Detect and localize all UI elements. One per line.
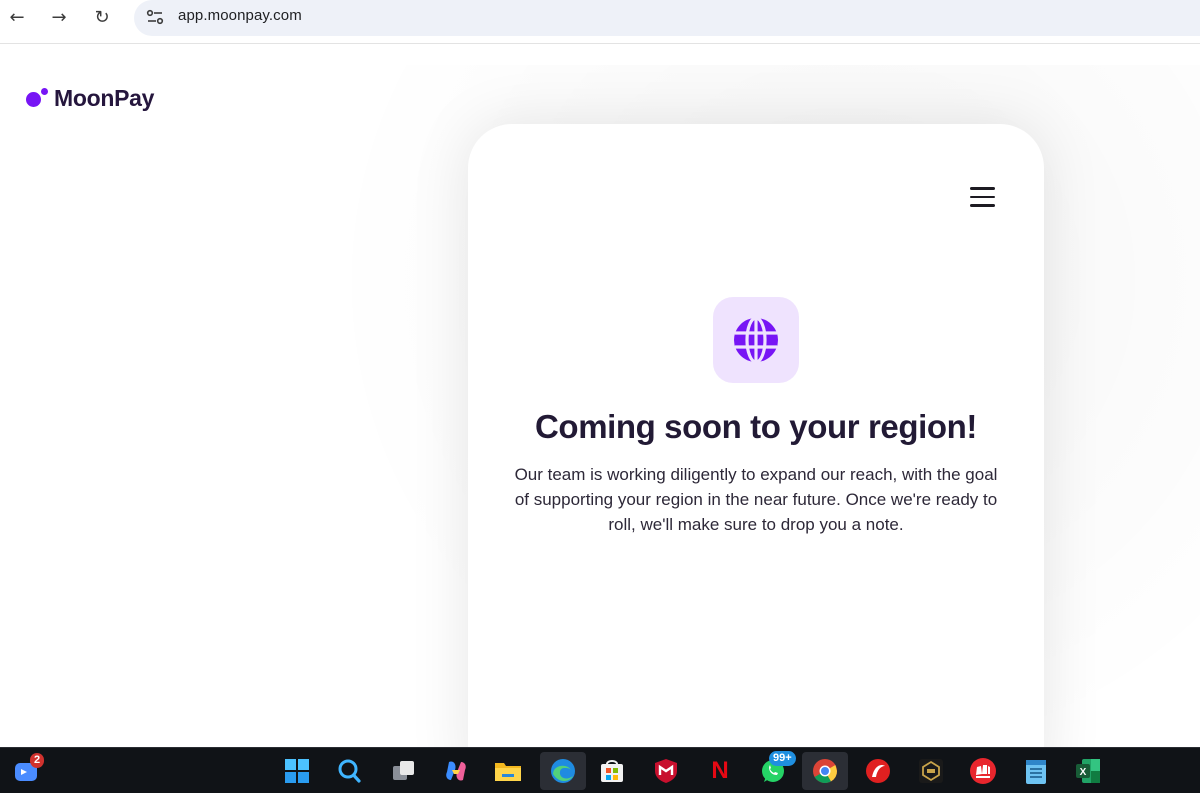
back-button[interactable]: ← (3, 6, 31, 28)
file-explorer-button[interactable] (492, 755, 524, 787)
chrome-icon (813, 759, 837, 784)
browser-toolbar: ← → ↻ app.moonpay.com (0, 0, 1200, 44)
globe-icon-container (713, 297, 799, 383)
search-icon (338, 759, 361, 783)
moonpay-logo-icon (26, 86, 50, 110)
page-content: MoonPay Coming soon to your region! Our … (0, 45, 1200, 747)
notification-badge: 99+ (769, 751, 796, 766)
zoom-taskbar-button[interactable]: 2 (10, 753, 45, 787)
taskbar: 2 N 99+ X (0, 747, 1200, 793)
microsoft-store-button[interactable] (596, 755, 628, 787)
notepad-icon (1026, 760, 1046, 784)
menu-icon-line (969, 204, 995, 207)
copilot-icon (446, 761, 466, 781)
mcafee-button[interactable] (650, 755, 682, 787)
coming-soon-description: Our team is working diligently to expand… (514, 465, 998, 534)
excel-button[interactable]: X (1072, 755, 1104, 787)
edge-button[interactable] (540, 752, 586, 790)
address-bar[interactable]: app.moonpay.com (134, 0, 1200, 36)
edge-icon (551, 759, 575, 783)
riot-icon (970, 758, 996, 784)
windows-start-icon (285, 759, 309, 783)
widget-card: Coming soon to your region! Our team is … (468, 124, 1044, 747)
reader-icon (866, 759, 890, 783)
url-text[interactable]: app.moonpay.com (178, 7, 302, 24)
start-button[interactable] (281, 755, 313, 787)
netflix-icon: N (711, 757, 729, 784)
notepad-button[interactable] (1020, 755, 1052, 787)
game-button[interactable] (915, 755, 947, 787)
copilot-button[interactable] (440, 755, 472, 787)
notification-badge: 2 (30, 753, 45, 768)
menu-icon-line (969, 195, 995, 199)
task-view-button[interactable] (388, 755, 420, 787)
netflix-button[interactable]: N (704, 755, 736, 787)
tune-icon (146, 9, 164, 25)
reload-button[interactable]: ↻ (88, 6, 116, 28)
microsoft-store-icon (601, 760, 623, 782)
reader-button[interactable] (862, 755, 894, 787)
site-info-button[interactable] (142, 6, 168, 28)
task-view-icon (393, 761, 414, 780)
file-explorer-icon (495, 763, 521, 781)
excel-icon: X (1076, 759, 1100, 783)
arrow-left-icon: ← (9, 6, 25, 28)
search-button[interactable] (333, 755, 365, 787)
moonpay-logo[interactable]: MoonPay (26, 83, 154, 113)
reload-icon: ↻ (94, 6, 110, 28)
riot-button[interactable] (967, 755, 999, 787)
globe-icon (734, 316, 778, 364)
game-icon (919, 759, 943, 783)
chrome-button[interactable] (802, 752, 848, 790)
mcafee-icon (655, 759, 677, 783)
arrow-right-icon: → (51, 6, 67, 28)
hamburger-menu-button[interactable] (966, 184, 998, 210)
forward-button[interactable]: → (45, 6, 73, 28)
coming-soon-headline: Coming soon to your region! (535, 408, 977, 445)
menu-icon-line (969, 187, 995, 190)
logo-text: MoonPay (54, 84, 155, 111)
excel-letter: X (1080, 767, 1087, 778)
whatsapp-button[interactable]: 99+ (757, 751, 796, 787)
